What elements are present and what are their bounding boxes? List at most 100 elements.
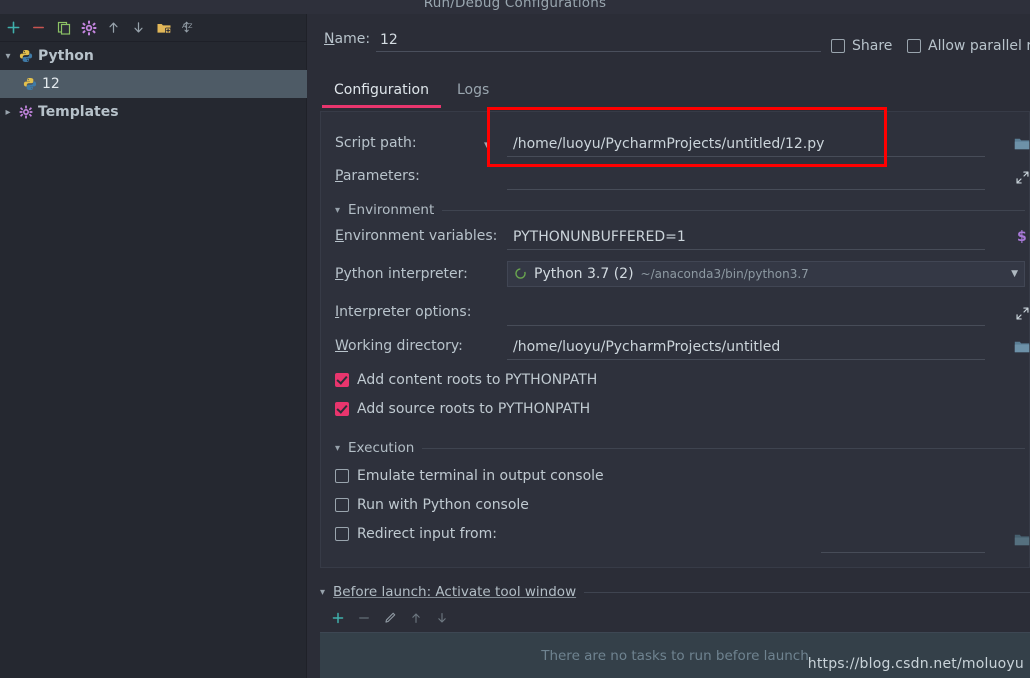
emulate-terminal-checkbox-box[interactable] (335, 469, 349, 483)
python-interpreter-select[interactable]: Python 3.7 (2) ~/anaconda3/bin/python3.7… (507, 261, 1025, 287)
script-path-label: Script path: (335, 135, 417, 151)
configuration-editor-panel: Name: Share Allow parallel run Configura… (307, 14, 1030, 678)
script-path-row: Script path: ▾ /home/luoyu/PycharmProjec… (321, 129, 1030, 159)
environment-variables-dollar-icon[interactable]: $ (1011, 225, 1030, 247)
redirect-input-browse-folder-icon[interactable] (1011, 529, 1030, 551)
run-with-python-console-checkbox[interactable]: Run with Python console (335, 497, 529, 513)
environment-variables-row: Environment variables: PYTHONUNBUFFERED=… (321, 222, 1030, 252)
sort-alphabetically-button[interactable]: A Z (176, 15, 201, 41)
emulate-terminal-checkbox[interactable]: Emulate terminal in output console (335, 468, 604, 484)
emulate-terminal-label: Emulate terminal in output console (357, 468, 604, 484)
before-launch-move-up-button[interactable] (403, 606, 429, 630)
before-launch-collapse-chevron-down-icon[interactable]: ▾ (320, 587, 325, 598)
watermark-text: https://blog.csdn.net/moluoyu (807, 656, 1024, 672)
configurations-tree: ▾ Python 12 ▸ Templates (0, 42, 307, 126)
name-input[interactable] (376, 28, 821, 52)
interpreter-path: ~/anaconda3/bin/python3.7 (640, 267, 809, 281)
python-interpreter-label: Python interpreter: (335, 266, 468, 282)
share-checkbox[interactable]: Share (831, 38, 892, 54)
add-source-roots-checkbox[interactable]: Add source roots to PYTHONPATH (335, 401, 590, 417)
parameters-row: Parameters: (321, 162, 1030, 192)
run-with-python-console-label: Run with Python console (357, 497, 529, 513)
configurations-sidebar: A Z ▾ Python 12 ▸ Templates (0, 14, 307, 678)
interpreter-options-expand-icon[interactable] (1011, 302, 1030, 324)
add-source-roots-checkbox-box[interactable] (335, 402, 349, 416)
sidebar-toolbar: A Z (0, 14, 307, 42)
move-up-button[interactable] (101, 15, 126, 41)
chevron-right-icon[interactable]: ▸ (0, 107, 16, 118)
before-launch-move-down-button[interactable] (429, 606, 455, 630)
tree-group-python[interactable]: ▾ Python (0, 42, 307, 70)
dialog-title: Run/Debug Configurations (423, 0, 607, 11)
tab-logs[interactable]: Logs (443, 74, 503, 108)
before-launch-remove-button[interactable] (351, 606, 377, 630)
script-path-browse-folder-icon[interactable] (1011, 133, 1030, 155)
script-path-input[interactable]: /home/luoyu/PycharmProjects/untitled/12.… (507, 131, 985, 157)
interpreter-options-label: Interpreter options: (335, 304, 472, 320)
execution-section-header: ▾ Execution (335, 438, 1025, 458)
working-directory-browse-folder-icon[interactable] (1011, 336, 1030, 358)
remove-configuration-button[interactable] (26, 15, 51, 41)
redirect-input-label: Redirect input from: (357, 526, 497, 542)
svg-text:$: $ (1017, 229, 1027, 244)
working-directory-label: Working directory: (335, 338, 463, 354)
tree-item-12[interactable]: 12 (0, 70, 307, 98)
tree-group-templates[interactable]: ▸ Templates (0, 98, 307, 126)
tab-logs-label: Logs (456, 82, 490, 98)
share-checkbox-label: Share (852, 38, 893, 54)
environment-section-header: ▾ Environment (335, 200, 1025, 220)
interpreter-status-icon (514, 265, 527, 284)
section-divider (584, 591, 1030, 593)
edit-templates-gear-icon[interactable] (76, 15, 101, 41)
add-source-roots-label: Add source roots to PYTHONPATH (357, 401, 591, 417)
before-launch-edit-pencil-icon[interactable] (377, 606, 403, 630)
interpreter-options-row: Interpreter options: (321, 298, 1030, 328)
tree-item-12-label: 12 (42, 76, 60, 92)
tab-configuration[interactable]: Configuration (320, 74, 443, 108)
before-launch-title: Before launch: Activate tool window (333, 584, 577, 600)
allow-parallel-run-checkbox-box[interactable] (907, 39, 921, 53)
allow-parallel-run-checkbox-label: Allow parallel run (928, 38, 1030, 54)
add-configuration-button[interactable] (1, 15, 26, 41)
section-divider (422, 447, 1025, 449)
allow-parallel-run-checkbox[interactable]: Allow parallel run (907, 38, 1030, 54)
interpreter-chevron-down-icon[interactable]: ▼ (1011, 269, 1018, 279)
environment-variables-input[interactable]: PYTHONUNBUFFERED=1 (507, 224, 985, 250)
add-content-roots-checkbox-box[interactable] (335, 373, 349, 387)
run-debug-configurations-dialog: Run/Debug Configurations A Z ▾ Python 12… (0, 0, 1030, 678)
environment-section-title: Environment (348, 202, 435, 218)
name-label: Name: (324, 31, 371, 47)
execution-collapse-chevron-down-icon[interactable]: ▾ (335, 443, 340, 454)
parameters-expand-icon[interactable] (1011, 166, 1030, 188)
move-down-button[interactable] (126, 15, 151, 41)
execution-section-title: Execution (348, 440, 415, 456)
before-launch-toolbar (325, 606, 455, 630)
run-with-python-console-checkbox-box[interactable] (335, 498, 349, 512)
redirect-input-checkbox[interactable]: Redirect input from: (335, 526, 497, 542)
add-content-roots-label: Add content roots to PYTHONPATH (357, 372, 598, 388)
new-folder-button[interactable] (151, 15, 176, 41)
before-launch-header: ▾ Before launch: Activate tool window (320, 582, 1030, 602)
redirect-input-path-input[interactable] (821, 527, 985, 553)
environment-variables-label: Environment variables: (335, 228, 498, 244)
interpreter-options-input[interactable] (507, 300, 985, 326)
editor-tabs: Configuration Logs (320, 74, 503, 108)
gear-icon (16, 105, 36, 119)
section-divider (442, 209, 1025, 211)
interpreter-name: Python 3.7 (2) (534, 266, 634, 282)
working-directory-input[interactable]: /home/luoyu/PycharmProjects/untitled (507, 334, 985, 360)
tree-group-python-label: Python (38, 48, 94, 64)
svg-text:Z: Z (188, 22, 193, 30)
environment-collapse-chevron-down-icon[interactable]: ▾ (335, 205, 340, 216)
python-interpreter-row: Python interpreter: Python 3.7 (2) ~/ana… (321, 260, 1030, 290)
share-checkbox-box[interactable] (831, 39, 845, 53)
redirect-input-checkbox-box[interactable] (335, 527, 349, 541)
copy-configuration-button[interactable] (51, 15, 76, 41)
chevron-down-icon[interactable]: ▾ (0, 51, 16, 62)
parameters-label: Parameters: (335, 168, 420, 184)
script-path-mode-chevron-down-icon[interactable]: ▾ (484, 138, 490, 151)
add-content-roots-checkbox[interactable]: Add content roots to PYTHONPATH (335, 372, 597, 388)
before-launch-add-button[interactable] (325, 606, 351, 630)
parameters-input[interactable] (507, 164, 985, 190)
tree-group-templates-label: Templates (38, 104, 119, 120)
